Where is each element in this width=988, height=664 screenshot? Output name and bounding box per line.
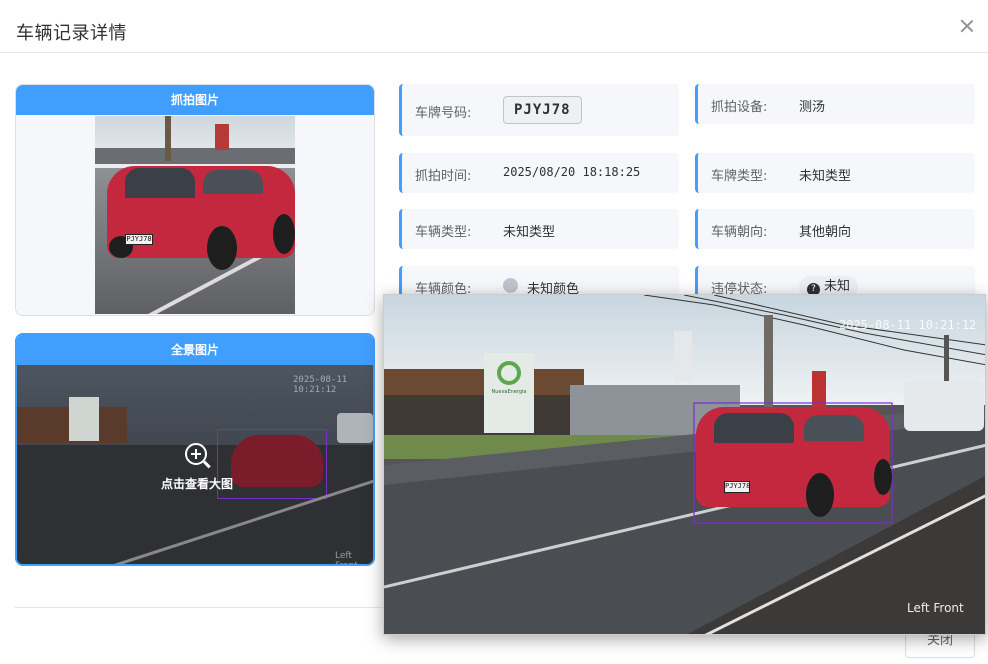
- plate-value: PJYJ78: [503, 96, 582, 124]
- vehicle-record-dialog: 车辆记录详情 抓拍图片 PJYJ78 全景图片 2025-08-11 10:21…: [0, 0, 988, 664]
- time-label: 抓拍时间:: [415, 169, 472, 184]
- plate-type-value: 未知类型: [799, 169, 852, 184]
- color-swatch-icon: [503, 278, 518, 293]
- dialog-header: 车辆记录详情: [0, 0, 988, 53]
- info-direction: 车辆朝向: 其他朝向: [695, 209, 975, 249]
- dialog-title: 车辆记录详情: [16, 23, 127, 44]
- info-plate: 车牌号码: PJYJ78: [399, 84, 679, 136]
- preview-scene: [384, 295, 985, 634]
- preview-wheel-rear: [874, 459, 892, 495]
- device-value: 测汤: [799, 100, 826, 115]
- violation-value: 未知: [824, 279, 851, 294]
- info-plate-type: 车牌类型: 未知类型: [695, 153, 975, 193]
- capture-image-card[interactable]: 抓拍图片 PJYJ78: [15, 84, 375, 316]
- capture-image[interactable]: PJYJ78: [95, 116, 295, 314]
- device-label: 抓拍设备:: [711, 100, 768, 115]
- info-vehicle-type: 车辆类型: 未知类型: [399, 209, 679, 249]
- direction-label: 车辆朝向:: [711, 225, 768, 240]
- preview-plate: PJYJ78: [724, 481, 750, 493]
- full-image-card[interactable]: 全景图片 2025-08-11 10:21:12 Left Front 点击查看…: [15, 333, 375, 566]
- capture-plate: PJYJ78: [125, 234, 153, 245]
- preview-caption: Left Front: [907, 601, 964, 615]
- vehicle-type-value: 未知类型: [503, 225, 556, 240]
- vehicle-type-label: 车辆类型:: [415, 225, 472, 240]
- preview-wheel-front: [806, 473, 834, 517]
- info-device: 抓拍设备: 测汤: [695, 84, 975, 124]
- preview-timestamp: 2025-08-11 10:21:12: [839, 318, 977, 332]
- direction-value: 其他朝向: [799, 225, 852, 240]
- preview-billboard: NuevaEnergia: [491, 389, 527, 395]
- full-card-title: 全景图片: [17, 335, 373, 365]
- zoom-handle: [203, 460, 211, 468]
- image-preview-popup[interactable]: PJYJ78 NuevaEnergia 2025-08-11 10:21:12 …: [383, 294, 986, 635]
- zoom-hint: 点击查看大图: [160, 477, 233, 491]
- preview-car-window: [714, 413, 794, 443]
- preview-car-side-window: [804, 415, 864, 441]
- info-time: 抓拍时间: 2025/08/20 18:18:25: [399, 153, 679, 193]
- plate-type-label: 车牌类型:: [711, 169, 768, 184]
- zoom-overlay[interactable]: 点击查看大图: [17, 365, 373, 564]
- time-value: 2025/08/20 18:18:25: [503, 165, 641, 179]
- close-icon[interactable]: [958, 17, 976, 35]
- plate-label: 车牌号码:: [415, 106, 472, 121]
- capture-card-title: 抓拍图片: [16, 85, 374, 115]
